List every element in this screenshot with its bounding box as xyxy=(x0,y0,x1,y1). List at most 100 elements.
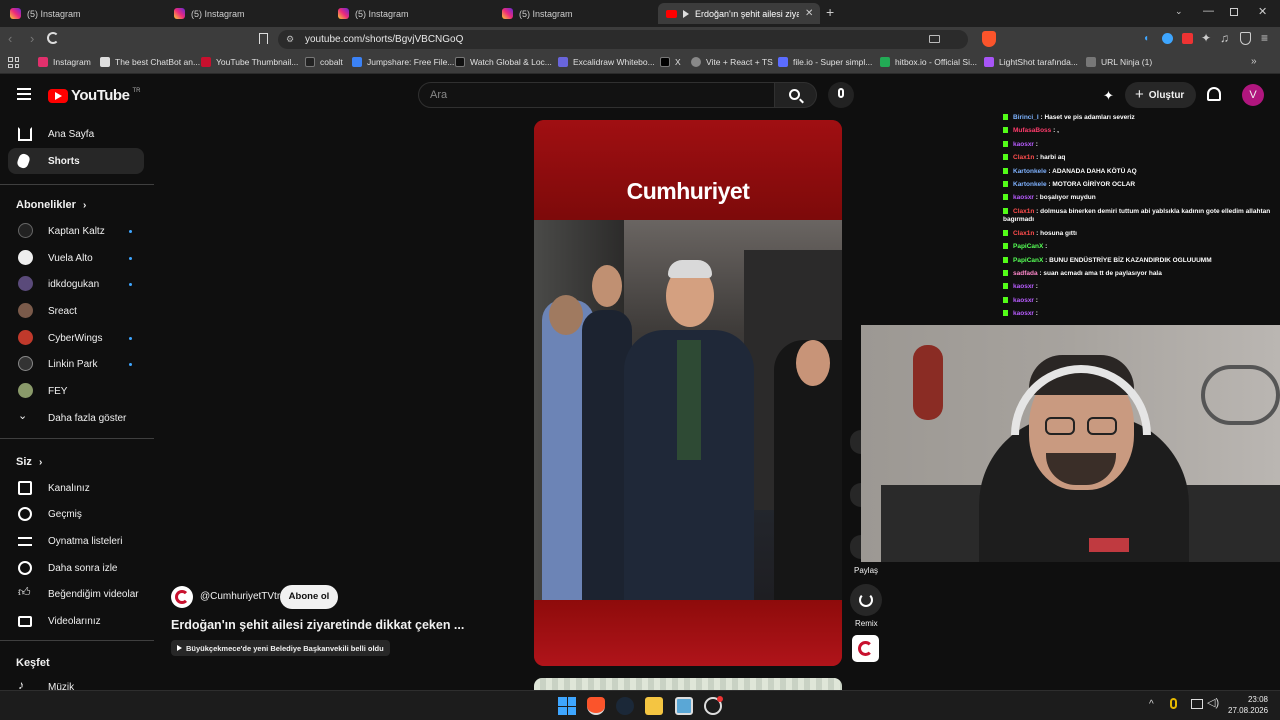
extensions-puzzle-icon[interactable]: ✦ xyxy=(1201,31,1211,45)
search-input[interactable]: Ara xyxy=(418,82,775,108)
chat-username: MufasaBoss xyxy=(1013,127,1052,135)
search-button[interactable] xyxy=(775,82,817,108)
cast-icon[interactable] xyxy=(929,35,940,43)
short-title[interactable]: Erdoğan'ın şehit ailesi ziyaretinde dikk… xyxy=(171,618,464,632)
urlninja-icon xyxy=(1086,57,1096,67)
more-bookmarks-icon[interactable]: » xyxy=(1251,56,1257,67)
bookmark-item[interactable]: Instagram xyxy=(38,57,91,67)
like-button[interactable] xyxy=(850,430,861,454)
sidebar-item-your-videos[interactable]: Videolarınız xyxy=(8,608,144,634)
sound-source-thumbnail[interactable] xyxy=(852,635,879,662)
sidebar-item-your-channel[interactable]: Kanalınız xyxy=(8,475,144,501)
dislike-button[interactable] xyxy=(850,483,861,507)
notifications-bell-icon[interactable] xyxy=(1207,87,1221,101)
close-window-icon[interactable]: ✕ xyxy=(1258,5,1267,18)
account-avatar[interactable]: V xyxy=(1242,84,1264,106)
subscriptions-header[interactable]: Abonelikler › xyxy=(16,199,86,211)
reload-icon[interactable] xyxy=(47,32,59,44)
bookmark-item[interactable]: The best ChatBot an... xyxy=(100,57,200,67)
bookmark-item[interactable]: cobalt xyxy=(305,57,343,67)
extension-red-icon[interactable] xyxy=(1182,33,1193,44)
bookmark-item[interactable]: hitbox.io - Official Si... xyxy=(880,57,977,67)
sidebar-item-shorts[interactable]: Shorts xyxy=(8,148,144,174)
maximize-icon[interactable] xyxy=(1230,8,1238,16)
url-field[interactable]: ⚙ youtube.com/shorts/BgvjVBCNGoQ xyxy=(278,30,968,49)
tab-list-chevron-icon[interactable]: ⌄ xyxy=(1175,6,1183,17)
browser-tab[interactable]: (5) Instagram xyxy=(330,3,490,24)
chat-message: Clax1n : dolmusa binerken demiri tuttum … xyxy=(1003,207,1271,223)
next-short-preview[interactable] xyxy=(534,678,842,690)
related-video-chip[interactable]: Büyükçekmece'de yeni Belediye Başkanveki… xyxy=(171,640,390,656)
menu-icon[interactable]: ≡ xyxy=(1261,31,1268,45)
bookmark-item[interactable]: URL Ninja (1) xyxy=(1086,57,1152,67)
bookmark-label: Watch Global & Loc... xyxy=(470,57,552,67)
network-icon[interactable] xyxy=(1191,699,1203,709)
remix-button[interactable] xyxy=(850,584,882,616)
snipping-tool-icon[interactable] xyxy=(675,697,693,715)
share-button[interactable] xyxy=(850,535,861,559)
close-tab-icon[interactable]: ✕ xyxy=(805,8,813,19)
bookmark-item[interactable]: LightShot tarafında... xyxy=(984,57,1078,67)
obs-icon[interactable] xyxy=(704,696,723,715)
bookmark-icon[interactable] xyxy=(259,33,268,44)
bookmark-item[interactable]: X xyxy=(660,57,681,67)
browser-tab[interactable]: (5) Instagram xyxy=(2,3,162,24)
browser-tab-active[interactable]: Erdoğan'ın şehit ailesi ziyareti ✕ xyxy=(658,3,820,24)
short-video-player[interactable]: Cumhuriyet xyxy=(534,120,842,666)
sidebar-item-playlists[interactable]: Oynatma listeleri xyxy=(8,528,144,554)
forward-icon[interactable]: › xyxy=(30,31,34,46)
windows-start-icon[interactable] xyxy=(558,697,576,715)
sidebar-item-music[interactable]: ♪ Müzik xyxy=(8,674,144,690)
bookmark-item[interactable]: Watch Global & Loc... xyxy=(455,57,552,67)
show-more-button[interactable]: ⌄ Daha fazla göster xyxy=(8,405,144,431)
file-explorer-icon[interactable] xyxy=(645,697,663,715)
sidebar-item-watch-later[interactable]: Daha sonra izle xyxy=(8,555,144,581)
site-info-icon[interactable]: ⚙ xyxy=(286,30,294,49)
subscription-item[interactable]: FEY xyxy=(8,378,144,404)
clock[interactable]: 23:08 27.08.2026 xyxy=(1228,694,1268,716)
subscription-item[interactable]: CyberWings xyxy=(8,325,144,351)
channel-avatar[interactable] xyxy=(171,586,193,608)
chat-username: Clax1n xyxy=(1013,154,1035,162)
steam-icon[interactable] xyxy=(616,697,634,715)
chevron-right-icon: › xyxy=(38,457,43,468)
brave-browser-icon[interactable] xyxy=(587,697,605,715)
chat-text: dolmusa binerken demiri tuttum abi yabls… xyxy=(1003,207,1271,223)
ai-create-icon[interactable]: ✦ xyxy=(1103,88,1114,104)
browser-tab[interactable]: (5) Instagram xyxy=(494,3,654,24)
bookmark-item[interactable]: Excalidraw Whitebo... xyxy=(558,57,655,67)
apps-grid-icon[interactable] xyxy=(8,57,19,68)
bookmark-item[interactable]: Jumpshare: Free File... xyxy=(352,57,454,67)
extension-wave-icon[interactable]: ◖ xyxy=(1143,33,1149,44)
brave-shield-icon[interactable] xyxy=(982,31,996,47)
bookmark-item[interactable]: file.io - Super simpl... xyxy=(778,57,872,67)
subscription-item[interactable]: idkdogukan xyxy=(8,271,144,297)
you-header[interactable]: Siz › xyxy=(16,456,42,468)
subscribe-button[interactable]: Abone ol xyxy=(280,585,338,609)
bookmark-item[interactable]: YouTube Thumbnail... xyxy=(201,57,298,67)
bookmark-item[interactable]: Vite + React + TS xyxy=(691,57,773,67)
subscription-item[interactable]: Sreact xyxy=(8,298,144,324)
channel-handle[interactable]: @CumhuriyetTVtr xyxy=(200,591,280,602)
subscription-item[interactable]: Vuela Alto xyxy=(8,245,144,271)
back-icon[interactable]: ‹ xyxy=(8,31,12,46)
new-tab-icon[interactable]: + xyxy=(826,4,834,20)
vpn-shield-icon[interactable] xyxy=(1240,32,1251,45)
voice-search-button[interactable] xyxy=(828,82,854,108)
microphone-tray-icon[interactable] xyxy=(1170,698,1177,709)
browser-tab[interactable]: (5) Instagram xyxy=(166,3,326,24)
new-content-dot xyxy=(129,363,132,366)
subscription-item[interactable]: Linkin Park xyxy=(8,351,144,377)
volume-icon[interactable]: ◁) xyxy=(1207,696,1219,709)
sidebar-item-liked[interactable]: 👍︎ Beğendiğim videolar xyxy=(8,581,144,607)
subscription-item[interactable]: Kaptan Kaltz xyxy=(8,218,144,244)
extension-vpn-icon[interactable] xyxy=(1162,33,1173,44)
sidebar-item-history[interactable]: Geçmiş xyxy=(8,501,144,527)
chat-text: ADANADA DAHA KÖTÜ AQ xyxy=(1052,167,1137,175)
media-music-icon[interactable]: ♫ xyxy=(1220,31,1229,45)
tray-chevron-icon[interactable]: ^ xyxy=(1149,699,1154,710)
create-button[interactable]: + Oluştur xyxy=(1125,82,1196,108)
chat-username: Kartonkele xyxy=(1013,167,1047,175)
sidebar-item-home[interactable]: Ana Sayfa xyxy=(8,121,144,147)
minimize-icon[interactable]: — xyxy=(1203,5,1214,17)
